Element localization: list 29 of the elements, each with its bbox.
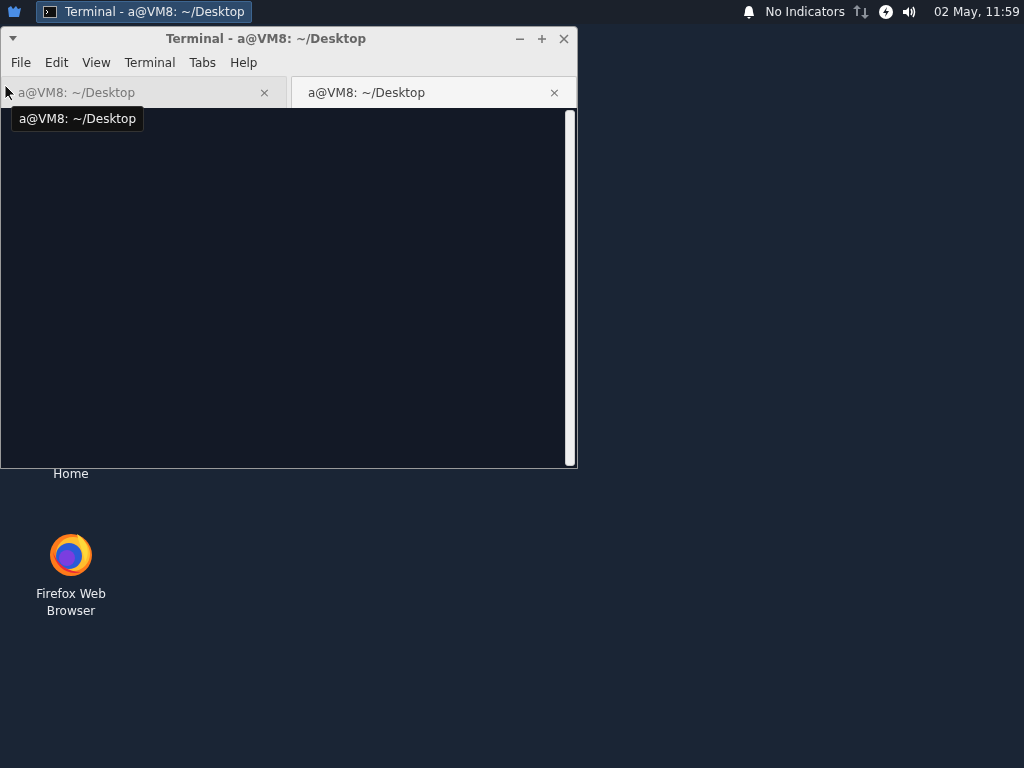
maximize-icon[interactable] xyxy=(537,34,547,44)
indicator-text[interactable]: No Indicators xyxy=(765,3,845,21)
network-icon[interactable] xyxy=(852,4,869,20)
mouse-cursor-icon xyxy=(4,84,16,102)
bell-icon[interactable] xyxy=(742,5,757,19)
window-title: Terminal - a@VM8: ~/Desktop xyxy=(164,31,368,48)
close-icon[interactable] xyxy=(559,34,569,44)
clock[interactable]: 02 May, 11:59 xyxy=(933,3,1020,21)
tab-close-button[interactable]: × xyxy=(259,82,270,103)
terminal-icon xyxy=(43,6,57,18)
menu-item[interactable]: Edit xyxy=(38,51,76,74)
menu-item[interactable]: View xyxy=(75,51,118,74)
tab-close-button[interactable]: × xyxy=(549,82,560,103)
tab-label: a@VM8: ~/Desktop xyxy=(308,84,426,102)
power-icon[interactable] xyxy=(878,5,893,19)
volume-icon[interactable] xyxy=(901,5,918,19)
taskbar-button[interactable]: Terminal - a@VM8: ~/Desktop xyxy=(36,1,252,23)
window-menu-icon[interactable] xyxy=(9,36,17,42)
menu-item[interactable]: File xyxy=(4,51,39,74)
icon-label[interactable]: Firefox Web Browser xyxy=(31,586,111,620)
menu-item[interactable]: Tabs xyxy=(182,51,224,74)
menu-item[interactable]: Terminal xyxy=(117,51,183,74)
tooltip: a@VM8: ~/Desktop xyxy=(11,106,144,132)
tab[interactable]: a@VM8: ~/Desktop × xyxy=(1,76,287,108)
tab-label: a@VM8: ~/Desktop xyxy=(18,84,136,102)
tab[interactable]: a@VM8: ~/Desktop × xyxy=(291,76,577,108)
scrollbar[interactable] xyxy=(565,110,575,466)
icon-label[interactable]: Home xyxy=(40,465,102,483)
menu-item[interactable]: Help xyxy=(223,51,265,74)
